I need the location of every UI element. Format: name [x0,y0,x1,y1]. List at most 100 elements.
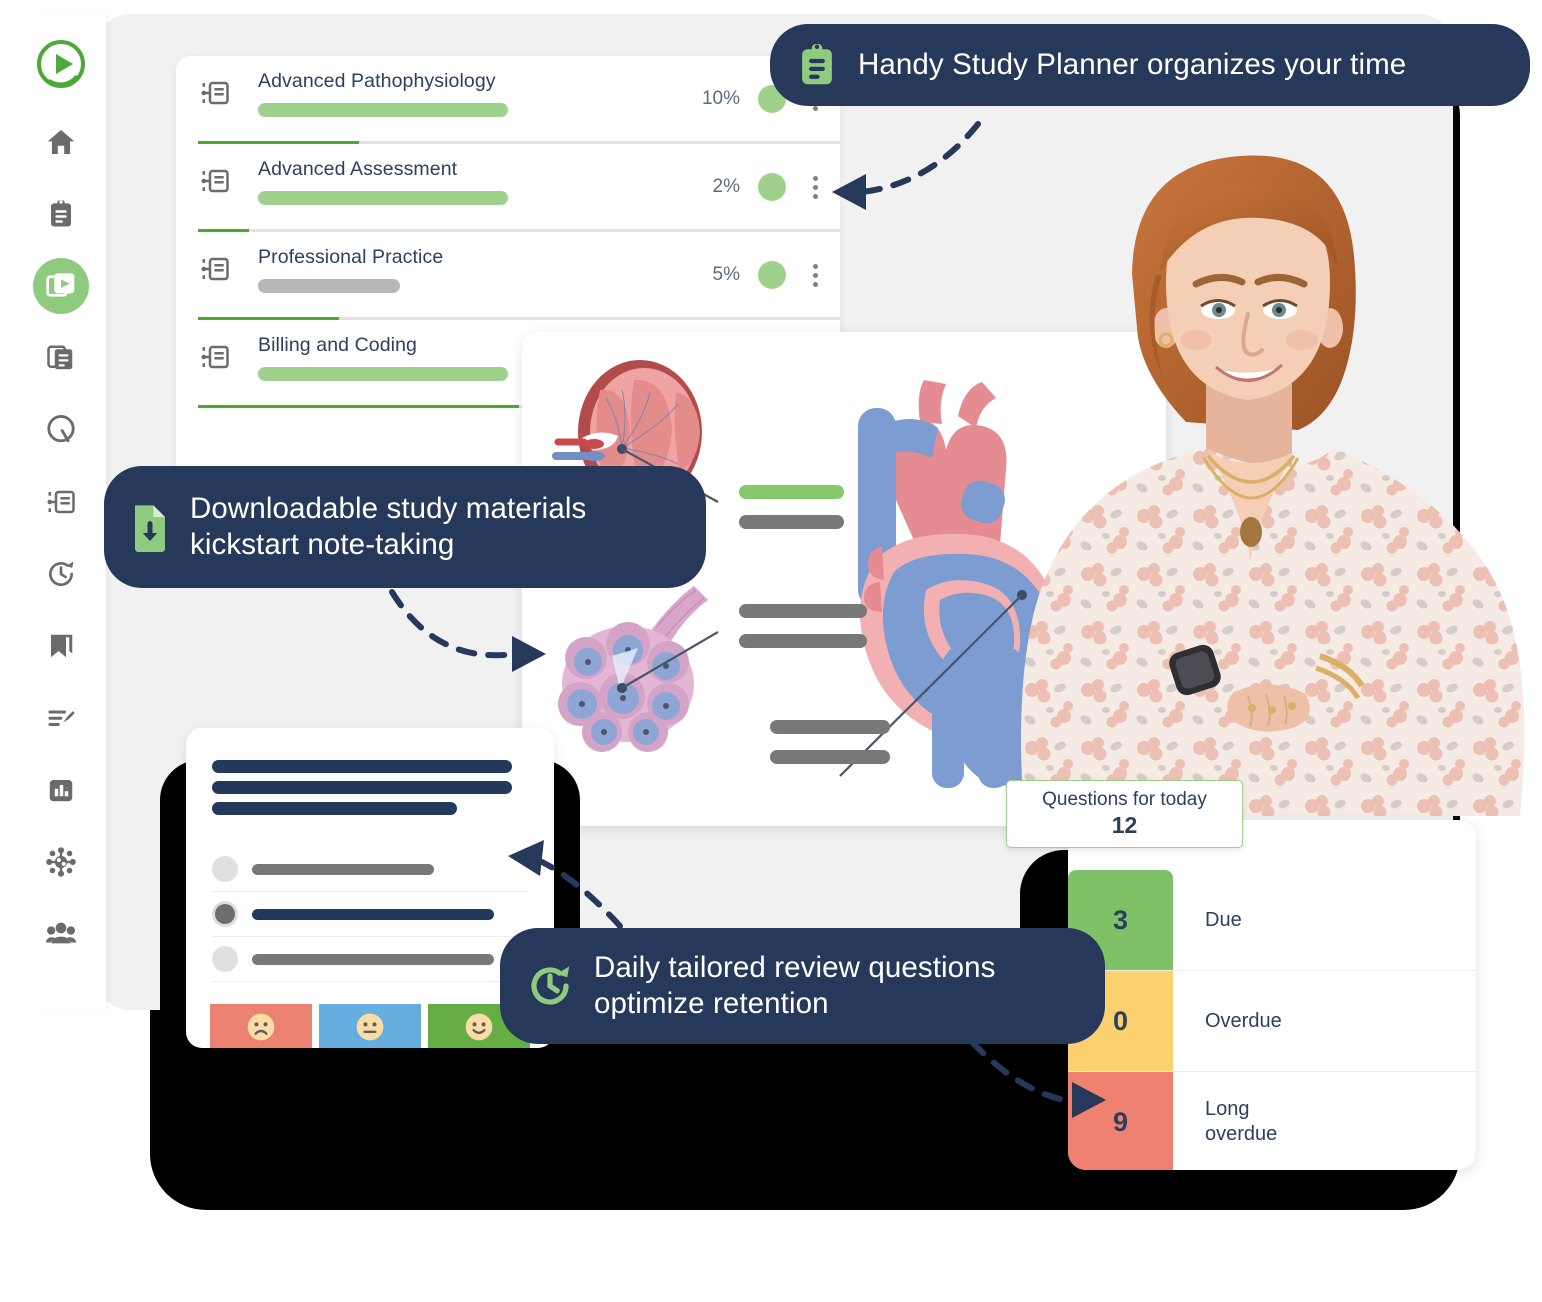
list-item[interactable] [212,937,528,982]
sidebar-item-videos[interactable] [33,258,89,314]
radio-button-selected[interactable] [212,901,238,927]
questions-rows: 3 Due 0 Overdue 9 Long overdue [1068,820,1476,1170]
rating-sad-button[interactable] [210,1004,312,1048]
clock-refresh-icon [49,561,74,586]
slide-label-group-3 [770,720,890,764]
table-row[interactable]: 0 Overdue [1068,971,1476,1072]
alveoli-cluster [558,586,719,752]
course-percent: 10% [701,88,740,109]
slide-label-bar [739,485,844,499]
molecule-icon [46,847,76,877]
table-row[interactable]: Advanced Assessment 2% [176,144,840,232]
row-menu-button[interactable] [804,260,826,290]
course-progress-pill [258,191,508,205]
review-question-card [186,728,554,1048]
list-detail-icon [200,254,234,289]
list-detail-icon [200,78,234,113]
overdue-label: Overdue [1205,1009,1282,1032]
course-progress-pill [258,367,508,381]
question-bank-icon [47,414,75,443]
bookmark-icon [51,634,73,658]
tooltip-text-line2: kickstart note-taking [190,528,455,561]
neutral-face-icon [356,1013,384,1041]
notes-edit-icon [48,710,75,726]
radio-button[interactable] [212,946,238,972]
long-overdue-label: Long overdue [1205,1098,1278,1145]
question-line [212,802,457,815]
file-download-icon [130,502,170,552]
clock-refresh-icon [526,962,574,1010]
due-label: Due [1205,908,1242,931]
clipboard-icon [51,200,71,227]
list-detail-icon [200,166,234,201]
option-text [252,908,494,920]
table-row[interactable]: Professional Practice 5% [176,232,840,320]
rating-neutral-button[interactable] [319,1004,421,1048]
option-text [252,953,494,965]
video-library-icon [46,273,75,297]
sidebar-item-review[interactable] [33,546,89,602]
bar-chart-icon [49,780,73,802]
presenter-photo [1020,96,1525,816]
sidebar-item-community[interactable] [33,906,89,962]
sidebar-item-science[interactable] [33,834,89,890]
tooltip-text-line2: optimize retention [594,987,829,1020]
course-progress-pill [258,279,400,293]
course-percent: 2% [712,176,740,197]
long-overdue-count: 9 [1068,1072,1173,1170]
course-progress-pill [258,103,508,117]
tooltip-study-materials: Downloadable study materials kickstart n… [104,466,706,588]
option-text [252,863,434,875]
people-icon [45,922,77,944]
tooltip-text-line1: Downloadable study materials [190,492,587,526]
status-badge [758,261,786,289]
table-row[interactable]: 9 Long overdue [1068,1072,1476,1170]
slide-label-bar [739,634,867,648]
radio-button[interactable] [212,856,238,882]
tooltip-text: Daily tailored review questions optimize… [594,950,996,1022]
slide-label-bar [770,750,890,764]
screenshot-root: Advanced Pathophysiology 10% Advanced As… [0,0,1542,1302]
sidebar-item-statistics[interactable] [33,762,89,818]
tooltip-text-line1: Daily tailored review questions [594,951,996,985]
sidebar-item-questions[interactable] [33,402,89,458]
sidebar-item-bookmarks[interactable] [33,618,89,674]
question-line [212,760,512,773]
clipboard-icon [796,41,838,89]
course-row-meta: 2% [694,172,826,202]
slide-label-group-2 [739,604,867,648]
sad-face-icon [247,1013,275,1041]
table-row[interactable]: Advanced Pathophysiology 10% [176,56,840,144]
row-menu-button[interactable] [804,172,826,202]
slide-label-bar [770,720,890,734]
sidebar-item-planner[interactable] [33,186,89,242]
slide-label-bar [739,515,844,529]
questions-today-title: Questions for today [1042,789,1207,810]
sidebar-item-notes[interactable] [33,690,89,746]
home-icon [47,130,75,154]
status-badge [758,173,786,201]
play-circle-logo[interactable] [33,36,89,92]
sidebar [16,14,106,1010]
table-row[interactable]: 3 Due [1068,870,1476,971]
course-row-meta: 5% [694,260,826,290]
questions-panel: 3 Due 0 Overdue 9 Long overdue [1068,820,1476,1170]
question-text-block [186,728,554,815]
sidebar-item-course-list[interactable] [33,474,89,530]
questions-today-badge: Questions for today 12 [1006,780,1243,848]
list-detail-icon [200,342,234,377]
sidebar-item-documents[interactable] [33,330,89,386]
happy-face-icon [465,1013,493,1041]
list-detail-icon [47,490,75,514]
answer-options [186,823,554,982]
sidebar-item-home[interactable] [33,114,89,170]
course-percent: 5% [712,264,740,285]
rating-buttons [186,982,554,1048]
tooltip-study-planner: Handy Study Planner organizes your time [770,24,1530,106]
slide-label-bar [739,604,867,618]
list-item[interactable] [212,892,528,937]
questions-today-count: 12 [1111,812,1138,838]
question-line [212,781,512,794]
list-item[interactable] [212,847,528,892]
slide-label-group-1 [739,485,844,529]
